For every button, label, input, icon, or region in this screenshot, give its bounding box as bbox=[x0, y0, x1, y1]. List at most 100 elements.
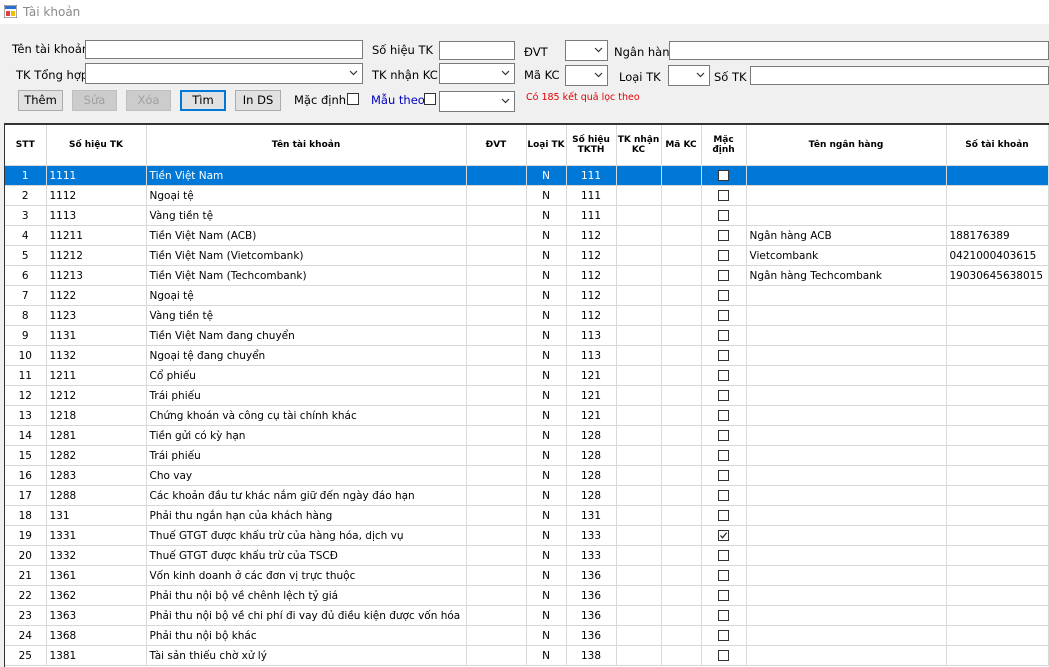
checkbox[interactable] bbox=[718, 610, 729, 621]
checkbox[interactable] bbox=[718, 430, 729, 441]
accounts-grid[interactable]: STT Số hiệu TK Tên tài khoản ĐVT Loại TK Số h… bbox=[4, 123, 1049, 667]
checkbox[interactable] bbox=[718, 350, 729, 361]
col-mac-dinh-cell[interactable] bbox=[701, 325, 747, 346]
table-row[interactable]: 7 1122 Ngoại tệ N 112 bbox=[5, 285, 1049, 306]
col-so-hieu-tk-header[interactable]: Số hiệu TK bbox=[46, 125, 147, 166]
xoa-button[interactable]: Xóa bbox=[126, 90, 171, 111]
col-mac-dinh-cell[interactable] bbox=[701, 205, 747, 226]
checkbox[interactable] bbox=[718, 450, 729, 461]
col-mac-dinh-cell[interactable] bbox=[701, 605, 747, 626]
checkbox[interactable] bbox=[718, 630, 729, 641]
col-mac-dinh-cell[interactable] bbox=[701, 225, 747, 246]
checkbox[interactable] bbox=[718, 370, 729, 381]
col-dvt-header[interactable]: ĐVT bbox=[466, 125, 527, 166]
checkbox[interactable] bbox=[718, 410, 729, 421]
mau-theo-select[interactable] bbox=[439, 91, 515, 112]
loai-tk-select[interactable] bbox=[668, 65, 710, 86]
checkbox[interactable] bbox=[718, 170, 729, 181]
dvt-select[interactable] bbox=[565, 40, 608, 61]
col-mac-dinh-cell[interactable] bbox=[701, 525, 747, 546]
table-row[interactable]: 1 1111 Tiền Việt Nam N 111 bbox=[5, 165, 1049, 186]
mau-theo-checkbox[interactable] bbox=[424, 93, 436, 105]
checkbox[interactable] bbox=[718, 210, 729, 221]
col-mac-dinh-cell[interactable] bbox=[701, 585, 747, 606]
table-row[interactable]: 12 1212 Trái phiếu N 121 bbox=[5, 385, 1049, 406]
checkbox[interactable] bbox=[718, 230, 729, 241]
table-row[interactable]: 4 11211 Tiền Việt Nam (ACB) N 112 Ngân hàng A… bbox=[5, 225, 1049, 246]
col-ten-tai-khoan-header[interactable]: Tên tài khoản bbox=[146, 125, 467, 166]
in-ds-button[interactable]: In DS bbox=[235, 90, 281, 111]
checkbox[interactable] bbox=[718, 330, 729, 341]
col-mac-dinh-cell[interactable] bbox=[701, 485, 747, 506]
ten-tai-khoan-input[interactable] bbox=[85, 40, 363, 59]
checkbox[interactable] bbox=[718, 250, 729, 261]
table-row[interactable]: 19 1331 Thuế GTGT được khấu trừ của hàng h… bbox=[5, 525, 1049, 546]
checkbox[interactable] bbox=[718, 650, 729, 661]
col-mac-dinh-cell[interactable] bbox=[701, 305, 747, 326]
col-stt-header[interactable]: STT bbox=[5, 125, 47, 166]
col-mac-dinh-cell[interactable] bbox=[701, 345, 747, 366]
col-mac-dinh-cell[interactable] bbox=[701, 465, 747, 486]
checkbox[interactable] bbox=[718, 390, 729, 401]
table-row[interactable]: 25 1381 Tài sản thiếu chờ xử lý N 138 bbox=[5, 645, 1049, 666]
tk-tong-hop-select[interactable] bbox=[85, 63, 363, 84]
checkbox[interactable] bbox=[718, 290, 729, 301]
col-mac-dinh-cell[interactable] bbox=[701, 165, 747, 186]
checkbox[interactable] bbox=[718, 550, 729, 561]
table-row[interactable]: 18 131 Phải thu ngắn hạn của khách hàng N 13… bbox=[5, 505, 1049, 526]
ngan-hang-input[interactable] bbox=[669, 41, 1049, 60]
so-hieu-tk-input[interactable] bbox=[439, 41, 515, 60]
table-row[interactable]: 20 1332 Thuế GTGT được khấu trừ của TSCĐ N 1… bbox=[5, 545, 1049, 566]
table-row[interactable]: 3 1113 Vàng tiền tệ N 111 bbox=[5, 205, 1049, 226]
checked-checkbox[interactable] bbox=[718, 530, 729, 541]
table-row[interactable]: 11 1211 Cổ phiếu N 121 bbox=[5, 365, 1049, 386]
sua-button[interactable]: Sửa bbox=[72, 90, 117, 111]
table-row[interactable]: 2 1112 Ngoại tệ N 111 bbox=[5, 185, 1049, 206]
table-row[interactable]: 13 1218 Chứng khoán và công cụ tài chính k… bbox=[5, 405, 1049, 426]
col-mac-dinh-cell[interactable] bbox=[701, 425, 747, 446]
checkbox[interactable] bbox=[718, 590, 729, 601]
col-mac-dinh-cell[interactable] bbox=[701, 505, 747, 526]
tk-nhan-kc-select[interactable] bbox=[439, 63, 515, 84]
col-so-hieu-tkth-header[interactable]: Số hiệu TKTH bbox=[566, 125, 617, 166]
table-row[interactable]: 10 1132 Ngoại tệ đang chuyển N 113 bbox=[5, 345, 1049, 366]
table-row[interactable]: 16 1283 Cho vay N 128 bbox=[5, 465, 1049, 486]
table-row[interactable]: 21 1361 Vốn kinh doanh ở các đơn vị trực t… bbox=[5, 565, 1049, 586]
col-mac-dinh-cell[interactable] bbox=[701, 385, 747, 406]
col-loai-tk-header[interactable]: Loại TK bbox=[526, 125, 567, 166]
table-row[interactable]: 17 1288 Các khoản đầu tư khác nắm giữ đến … bbox=[5, 485, 1049, 506]
col-mac-dinh-cell[interactable] bbox=[701, 185, 747, 206]
col-mac-dinh-cell[interactable] bbox=[701, 545, 747, 566]
them-button[interactable]: Thêm bbox=[18, 90, 63, 111]
so-tk-input[interactable] bbox=[750, 66, 1049, 85]
table-row[interactable]: 22 1362 Phải thu nội bộ về chênh lệch tỷ g… bbox=[5, 585, 1049, 606]
col-mac-dinh-cell[interactable] bbox=[701, 245, 747, 266]
col-ma-kc-header[interactable]: Mã KC bbox=[661, 125, 702, 166]
mac-dinh-checkbox[interactable] bbox=[347, 93, 359, 105]
col-mac-dinh-cell[interactable] bbox=[701, 645, 747, 666]
table-row[interactable]: 8 1123 Vàng tiền tệ N 112 bbox=[5, 305, 1049, 326]
table-row[interactable]: 14 1281 Tiền gửi có kỳ hạn N 128 bbox=[5, 425, 1049, 446]
ma-kc-select[interactable] bbox=[565, 65, 608, 86]
col-ten-ngan-hang-header[interactable]: Tên ngân hàng bbox=[746, 125, 947, 166]
table-row[interactable]: 6 11213 Tiền Việt Nam (Techcombank) N 112 Ngâ… bbox=[5, 265, 1049, 286]
checkbox[interactable] bbox=[718, 310, 729, 321]
col-so-tai-khoan-header[interactable]: Số tài khoản bbox=[946, 125, 1049, 166]
checkbox[interactable] bbox=[718, 190, 729, 201]
col-mac-dinh-cell[interactable] bbox=[701, 365, 747, 386]
table-row[interactable]: 9 1131 Tiền Việt Nam đang chuyển N 113 bbox=[5, 325, 1049, 346]
checkbox[interactable] bbox=[718, 570, 729, 581]
tim-button[interactable]: Tìm bbox=[180, 90, 226, 111]
col-mac-dinh-header[interactable]: Mặc định bbox=[701, 125, 747, 166]
table-row[interactable]: 5 11212 Tiền Việt Nam (Vietcombank) N 112 Vie… bbox=[5, 245, 1049, 266]
col-mac-dinh-cell[interactable] bbox=[701, 405, 747, 426]
col-mac-dinh-cell[interactable] bbox=[701, 445, 747, 466]
col-mac-dinh-cell[interactable] bbox=[701, 285, 747, 306]
table-row[interactable]: 23 1363 Phải thu nội bộ về chi phí đi vay … bbox=[5, 605, 1049, 626]
table-row[interactable]: 15 1282 Trái phiếu N 128 bbox=[5, 445, 1049, 466]
checkbox[interactable] bbox=[718, 270, 729, 281]
checkbox[interactable] bbox=[718, 490, 729, 501]
checkbox[interactable] bbox=[718, 510, 729, 521]
col-mac-dinh-cell[interactable] bbox=[701, 565, 747, 586]
col-tk-nhan-kc-header[interactable]: TK nhận KC bbox=[616, 125, 662, 166]
